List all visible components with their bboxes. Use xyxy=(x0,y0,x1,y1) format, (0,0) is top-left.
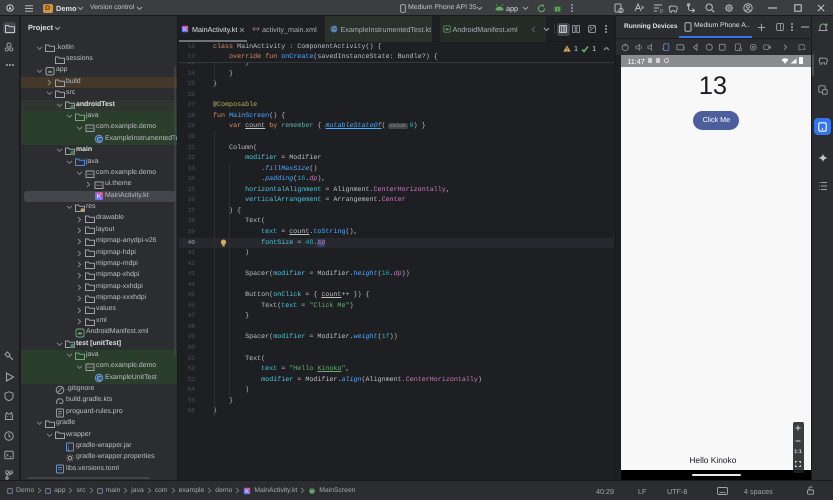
svg-text:j: j xyxy=(67,444,69,451)
svg-text:K: K xyxy=(183,27,187,33)
svg-text:K: K xyxy=(97,194,102,201)
svg-text:C: C xyxy=(97,137,102,144)
svg-text:C: C xyxy=(97,376,102,383)
svg-text:M: M xyxy=(310,489,314,495)
svg-text:K: K xyxy=(245,489,249,495)
svg-text:C: C xyxy=(332,27,336,33)
svg-text:D: D xyxy=(659,8,663,12)
